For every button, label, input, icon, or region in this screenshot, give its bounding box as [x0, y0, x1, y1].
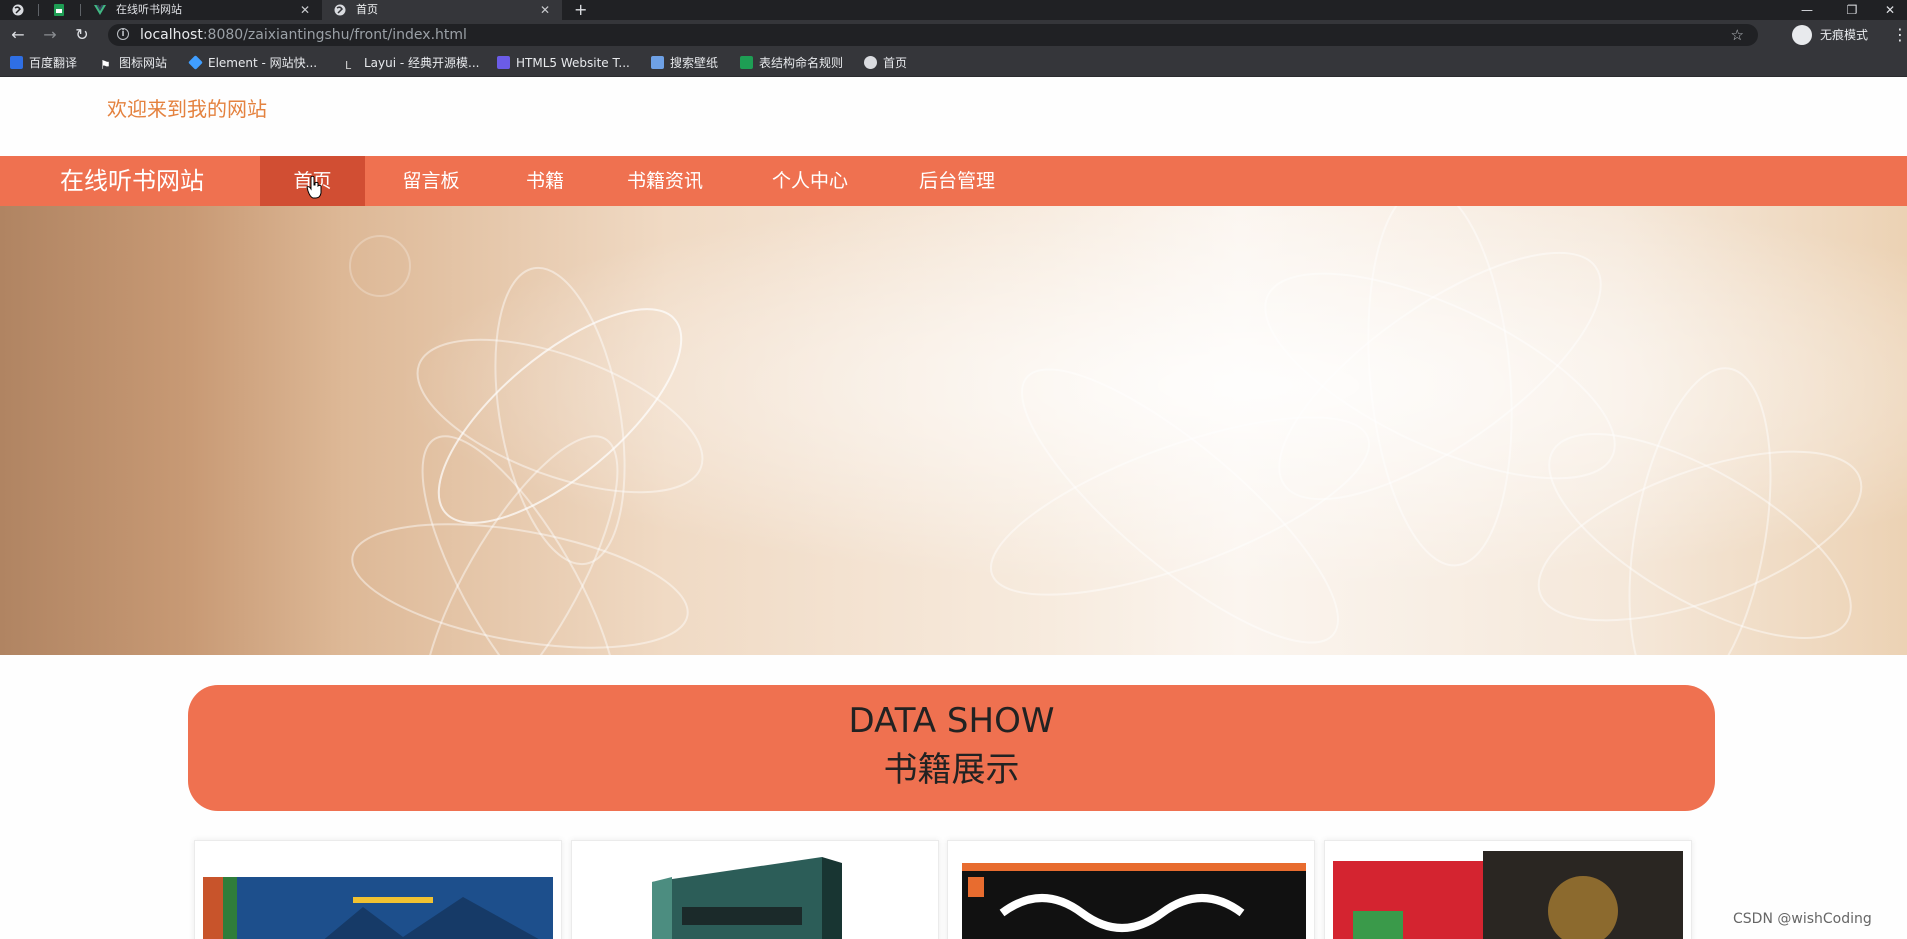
incognito-icon	[1792, 25, 1812, 45]
page-content: 欢迎来到我的网站 在线听书网站 首页 留言板 书籍 书籍资讯 个人中心 后台管理	[0, 77, 1907, 939]
new-tab-button[interactable]: +	[574, 0, 594, 20]
section-title-zh: 书籍展示	[883, 750, 1020, 790]
bookmark-item[interactable]: 搜索壁纸	[651, 50, 718, 76]
restore-icon[interactable]: ❐	[1832, 0, 1872, 20]
tab-pinned-1[interactable]	[0, 0, 38, 20]
address-toolbar: ← → ↻ i localhost:8080/zaixiantingshu/fr…	[0, 20, 1907, 50]
section-title-en: DATA SHOW	[848, 701, 1055, 741]
tab-title: 在线听书网站	[116, 3, 182, 16]
minimize-icon[interactable]: —	[1787, 0, 1827, 20]
book-cover-image	[203, 877, 553, 939]
info-icon[interactable]: i	[117, 28, 129, 40]
bookmark-item[interactable]: ⚑ 图标网站	[100, 50, 167, 76]
csdn-watermark: CSDN @wishCoding	[1733, 911, 1872, 927]
bookmark-label: HTML5 Website T...	[516, 56, 630, 70]
bookmark-label: Element - 网站快...	[208, 56, 318, 70]
book-card[interactable]	[1324, 840, 1692, 939]
site-brand[interactable]: 在线听书网站	[60, 156, 204, 206]
nav-books[interactable]: 书籍	[505, 156, 585, 206]
book-card[interactable]	[194, 840, 562, 939]
bookmark-item[interactable]: 首页	[864, 50, 907, 76]
bookmark-label: 搜索壁纸	[670, 56, 719, 70]
close-window-icon[interactable]: ✕	[1870, 0, 1907, 20]
bookmarks-bar: 百度翻译 ⚑ 图标网站 Element - 网站快... L Layui - 经典开…	[0, 50, 1907, 77]
browser-menu-icon[interactable]: ⋮	[1892, 25, 1907, 45]
nav-admin[interactable]: 后台管理	[905, 156, 1009, 206]
url-path: :8080/zaixiantingshu/front/index.html	[202, 27, 467, 43]
html5-icon	[497, 56, 510, 69]
welcome-text: 欢迎来到我的网站	[107, 97, 267, 121]
data-show-header: DATA SHOW 书籍展示	[188, 685, 1715, 811]
reload-icon[interactable]: ↻	[72, 25, 92, 45]
incognito-label: 无痕模式	[1820, 28, 1869, 42]
hero-carousel[interactable]	[0, 206, 1907, 655]
flag-icon: ⚑	[100, 58, 111, 72]
bookmark-label: 图标网站	[119, 56, 168, 70]
book-cover-image	[1333, 851, 1683, 939]
element-icon	[188, 55, 203, 70]
bookmark-label: Layui - 经典开源模...	[364, 56, 480, 70]
bookmark-item[interactable]: HTML5 Website T...	[497, 50, 630, 76]
baidu-translate-icon	[10, 56, 23, 69]
book-card[interactable]	[947, 840, 1315, 939]
globe-icon	[12, 4, 24, 16]
globe-icon	[864, 56, 877, 69]
book-card[interactable]	[571, 840, 939, 939]
tab-title: 首页	[356, 3, 378, 16]
layui-icon: L	[345, 59, 352, 72]
back-icon[interactable]: ←	[8, 25, 28, 45]
browser-tab-strip: 在线听书网站 ✕ 首页 ✕ + — ❐ ✕	[0, 0, 1907, 20]
url-host: localhost	[140, 27, 203, 43]
floral-background	[0, 206, 1907, 655]
nav-personal-center[interactable]: 个人中心	[760, 156, 860, 206]
address-bar[interactable]: i localhost:8080/zaixiantingshu/front/in…	[108, 24, 1758, 46]
hand-cursor-icon	[306, 175, 322, 199]
bookmark-item[interactable]: 百度翻译	[10, 50, 77, 76]
bookmark-label: 百度翻译	[29, 56, 78, 70]
tab-zaixian[interactable]: 在线听书网站 ✕	[82, 0, 322, 20]
wallpaper-icon	[651, 56, 664, 69]
url-text[interactable]: localhost:8080/zaixiantingshu/front/inde…	[140, 24, 467, 46]
book-cover-image	[652, 857, 842, 939]
close-icon[interactable]: ✕	[300, 0, 310, 20]
main-navbar: 在线听书网站 首页 留言板 书籍 书籍资讯 个人中心 后台管理	[0, 156, 1907, 206]
bookmark-label: 表结构命名规则	[759, 56, 844, 70]
nav-message-board[interactable]: 留言板	[390, 156, 472, 206]
close-icon[interactable]: ✕	[540, 0, 550, 20]
tab-home[interactable]: 首页 ✕	[322, 0, 562, 20]
sheet-icon	[740, 56, 753, 69]
tab-separator	[80, 4, 81, 16]
sheet-icon	[54, 4, 64, 16]
globe-icon	[334, 4, 346, 16]
bookmark-item[interactable]: 表结构命名规则	[740, 50, 843, 76]
book-cover-image	[962, 863, 1306, 939]
tab-separator	[38, 4, 39, 16]
bookmark-item[interactable]: L Layui - 经典开源模...	[345, 50, 479, 76]
bookmark-star-icon[interactable]: ☆	[1731, 24, 1744, 46]
bookmark-item[interactable]: Element - 网站快...	[188, 50, 318, 76]
bookmark-label: 首页	[883, 56, 908, 70]
vue-icon	[94, 5, 106, 15]
tab-pinned-2[interactable]	[40, 0, 78, 20]
nav-book-news[interactable]: 书籍资讯	[615, 156, 715, 206]
forward-icon[interactable]: →	[40, 25, 60, 45]
